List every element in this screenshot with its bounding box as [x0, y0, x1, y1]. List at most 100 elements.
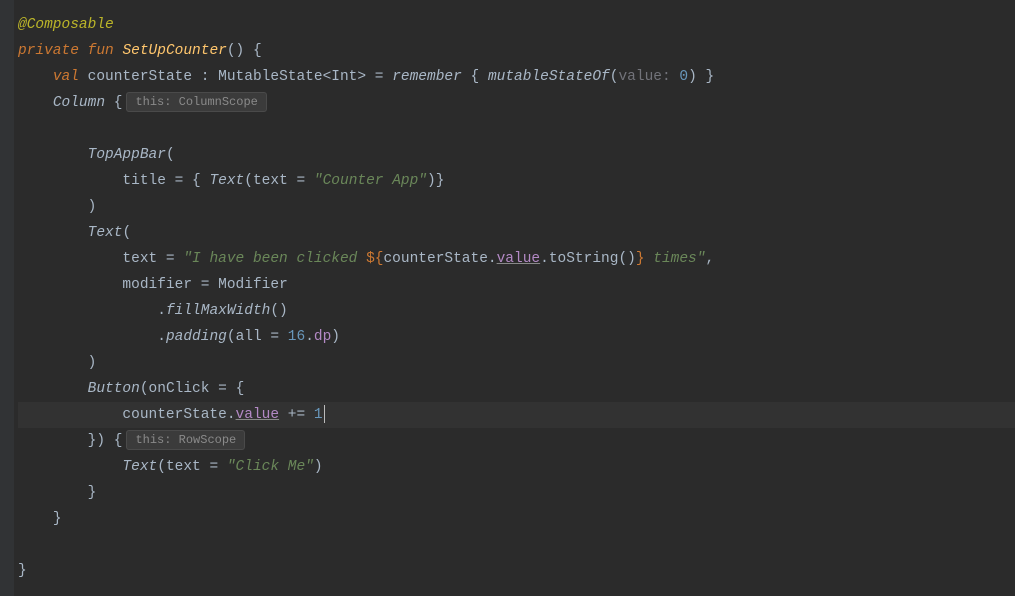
number: 0 — [679, 69, 688, 85]
object: Modifier — [218, 277, 288, 293]
punct: = — [288, 173, 314, 189]
code-line — [18, 532, 1015, 558]
punct: )} — [427, 173, 444, 189]
code-line: val counterState : MutableState<Int> = r… — [18, 64, 1015, 90]
method: toString() — [549, 251, 636, 267]
indent — [18, 459, 122, 475]
code-editor[interactable]: 💡 @Composable private fun SetUpCounter()… — [0, 0, 1015, 596]
inlay-hint: this: ColumnScope — [126, 92, 266, 112]
punct: ) — [331, 329, 340, 345]
annotation: @Composable — [18, 17, 114, 33]
code-line: ) — [18, 350, 1015, 376]
param: text — [166, 459, 201, 475]
indent — [18, 147, 88, 163]
punct: = — [262, 329, 288, 345]
number: 1 — [314, 407, 323, 423]
templ-close: } — [636, 251, 645, 267]
op: += — [279, 407, 314, 423]
param: text — [122, 251, 157, 267]
punct: }) — [88, 433, 105, 449]
dot: . — [488, 251, 497, 267]
code-line: }) {this: RowScope — [18, 428, 1015, 454]
dot: . — [540, 251, 549, 267]
indent — [18, 381, 88, 397]
code-line: } — [18, 506, 1015, 532]
punct: ( — [140, 381, 149, 397]
indent — [18, 173, 122, 189]
func-call: Text — [88, 225, 123, 241]
param-hint: value: — [618, 69, 670, 85]
indent — [18, 407, 122, 423]
punct: ) — [88, 199, 97, 215]
func-call: Text — [122, 459, 157, 475]
indent — [18, 511, 53, 527]
indent — [18, 329, 157, 345]
func-call: Text — [209, 173, 244, 189]
kw-fun: fun — [88, 43, 114, 59]
punct: < — [323, 69, 332, 85]
code-line: .fillMaxWidth() — [18, 298, 1015, 324]
indent — [18, 303, 157, 319]
dot: . — [227, 407, 236, 423]
punct: { — [105, 95, 122, 111]
punct: } — [18, 563, 27, 579]
punct: } — [53, 511, 62, 527]
punct: ) — [688, 69, 697, 85]
func-call: Column — [53, 95, 105, 111]
indent — [18, 433, 88, 449]
punct: ) — [314, 459, 323, 475]
kw-val: val — [53, 69, 79, 85]
ext-prop: dp — [314, 329, 331, 345]
dot: . — [305, 329, 314, 345]
kw-private: private — [18, 43, 79, 59]
code-line: Text( — [18, 220, 1015, 246]
type: MutableState — [218, 69, 322, 85]
punct: ( — [122, 225, 131, 241]
param: modifier — [122, 277, 192, 293]
indent — [18, 95, 53, 111]
punct: > — [357, 69, 366, 85]
ident: counterState — [88, 69, 192, 85]
param: title — [122, 173, 166, 189]
punct: ( — [227, 329, 236, 345]
func-name: SetUpCounter — [122, 43, 226, 59]
punct: { — [105, 433, 122, 449]
code-line: Button(onClick = { — [18, 376, 1015, 402]
punct: } — [88, 485, 97, 501]
punct: ) — [88, 355, 97, 371]
punct: { — [462, 69, 488, 85]
editor-gutter: 💡 — [0, 0, 14, 596]
code-line: } — [18, 480, 1015, 506]
param: all — [236, 329, 262, 345]
indent — [18, 355, 88, 371]
dot: . — [157, 329, 166, 345]
code-line-active: counterState.value += 1 — [18, 402, 1015, 428]
code-content[interactable]: @Composable private fun SetUpCounter() {… — [14, 0, 1015, 596]
code-line: private fun SetUpCounter() { — [18, 38, 1015, 64]
indent — [18, 199, 88, 215]
templ-open: ${ — [366, 251, 383, 267]
caret-icon — [324, 405, 325, 423]
code-line: .padding(all = 16.dp) — [18, 324, 1015, 350]
dot: . — [157, 303, 166, 319]
code-line: } — [18, 558, 1015, 584]
type: Int — [331, 69, 357, 85]
ident: counterState — [383, 251, 487, 267]
punct: ( — [157, 459, 166, 475]
code-line: Column {this: ColumnScope — [18, 90, 1015, 116]
comma: , — [705, 251, 714, 267]
method: fillMaxWidth — [166, 303, 270, 319]
string: times" — [645, 251, 706, 267]
punct: : — [192, 69, 218, 85]
param: onClick — [149, 381, 210, 397]
string: "Counter App" — [314, 173, 427, 189]
punct: = — [157, 251, 183, 267]
punct: = — [209, 381, 235, 397]
func-call: mutableStateOf — [488, 69, 610, 85]
property: value — [236, 407, 280, 423]
code-line: TopAppBar( — [18, 142, 1015, 168]
indent — [18, 251, 122, 267]
punct: ( — [244, 173, 253, 189]
method: padding — [166, 329, 227, 345]
punct: () { — [227, 43, 262, 59]
